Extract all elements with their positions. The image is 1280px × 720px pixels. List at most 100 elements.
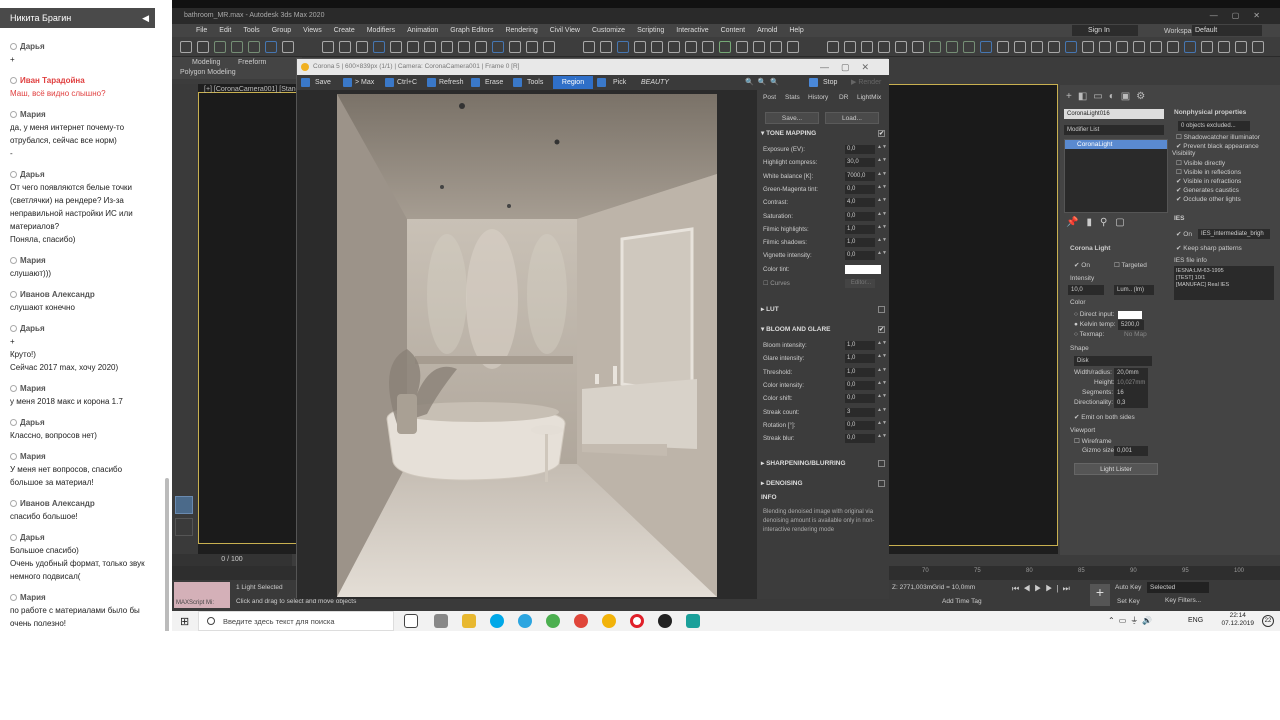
param-value-input[interactable]: 3 xyxy=(845,407,875,417)
region-button[interactable]: Region xyxy=(553,76,593,89)
param-value-input[interactable]: 0,0 xyxy=(845,184,875,194)
menu-item-edit[interactable]: Edit xyxy=(219,24,231,37)
copy-button[interactable]: Ctrl+C xyxy=(397,75,417,90)
toolbar-button[interactable] xyxy=(946,41,958,53)
toolbar-button[interactable] xyxy=(1014,41,1026,53)
toolbar-button[interactable] xyxy=(265,41,277,53)
toolbar-button[interactable] xyxy=(736,41,748,53)
toolbar-button[interactable] xyxy=(1235,41,1247,53)
nonphysical-section[interactable]: Nonphysical properties xyxy=(1174,109,1246,116)
spinner-icon[interactable]: ▲▼ xyxy=(877,407,887,417)
visibility-checkbox[interactable]: ✔ Occlude other lights xyxy=(1176,195,1241,204)
toolbar-button[interactable] xyxy=(458,41,470,53)
spinner-icon[interactable]: ▲▼ xyxy=(877,394,887,403)
toolbar-button[interactable] xyxy=(617,41,629,53)
spinner-icon[interactable]: ▲▼ xyxy=(877,211,887,221)
param-value-input[interactable]: 1,0 xyxy=(845,354,875,364)
intensity-value[interactable]: 10,0 xyxy=(1068,285,1104,295)
excluded-button[interactable]: 0 objects excluded... xyxy=(1178,121,1250,131)
param-value-input[interactable]: 4,0 xyxy=(845,198,875,208)
telegram-icon[interactable] xyxy=(518,614,532,628)
toolbar-button[interactable] xyxy=(475,41,487,53)
emit-both-sides-checkbox[interactable]: ✔ Emit on both sides xyxy=(1074,413,1135,421)
sharpening-checkbox[interactable] xyxy=(878,460,885,467)
toolbar-button[interactable] xyxy=(1150,41,1162,53)
load-preset-button[interactable]: Load... xyxy=(825,112,879,124)
direct-input-swatch[interactable] xyxy=(1118,311,1142,319)
toolbar-button[interactable] xyxy=(492,41,504,53)
denoising-checkbox[interactable] xyxy=(878,480,885,487)
param-value-input[interactable]: 1,0 xyxy=(845,224,875,234)
toolbar-button[interactable] xyxy=(231,41,243,53)
spinner-icon[interactable]: ▲▼ xyxy=(877,158,887,167)
spinner-icon[interactable]: ▲▼ xyxy=(877,380,887,390)
spinner-icon[interactable]: ▲▼ xyxy=(877,224,887,234)
tools-button[interactable]: Tools xyxy=(527,75,543,90)
kelvin-radio[interactable]: ● Kelvin temp: xyxy=(1074,321,1116,328)
toolbar-button[interactable] xyxy=(543,41,555,53)
toolbar-button[interactable] xyxy=(1099,41,1111,53)
bloom-checkbox[interactable]: ✔ xyxy=(878,326,885,333)
maxscript-listener[interactable]: MAXScript Mi: xyxy=(174,582,230,608)
viewport-label[interactable]: [+] [CoronaCamera001] [Standa xyxy=(204,86,303,93)
menu-item-interactive[interactable]: Interactive xyxy=(676,24,708,37)
render-element-select[interactable]: BEAUTY xyxy=(641,75,669,90)
toolbar-button[interactable] xyxy=(1167,41,1179,53)
toolbar-button[interactable] xyxy=(248,41,260,53)
height-value[interactable]: 10,027mm xyxy=(1114,378,1148,388)
toolbar-button[interactable] xyxy=(526,41,538,53)
param-value-input[interactable]: 0,0 xyxy=(845,394,875,404)
param-value-input[interactable]: 0,0 xyxy=(845,420,875,430)
menu-item-tools[interactable]: Tools xyxy=(243,24,259,37)
wireframe-checkbox[interactable]: ☐ Wireframe xyxy=(1074,437,1112,445)
render-button[interactable]: ▶ Render xyxy=(851,75,881,90)
menu-item-animation[interactable]: Animation xyxy=(407,24,438,37)
keep-sharp-checkbox[interactable]: ✔ Keep sharp patterns xyxy=(1176,244,1242,252)
tab-history[interactable]: History xyxy=(808,94,828,101)
stop-button[interactable]: Stop xyxy=(823,75,837,90)
zoom-icons[interactable]: 🔍🔍🔍 xyxy=(745,75,783,90)
visibility-checkbox[interactable]: ☐ Visible directly xyxy=(1176,159,1241,168)
toolbar-button[interactable] xyxy=(1082,41,1094,53)
visibility-checkbox[interactable]: ☐ Visible in reflections xyxy=(1176,168,1241,177)
toolbar-button[interactable] xyxy=(685,41,697,53)
tray-icons[interactable]: ⌃▭⏚🔊 xyxy=(1108,615,1156,626)
playback-controls[interactable]: ⏮◀▶▶|⏭ xyxy=(1012,584,1074,594)
texmap-value[interactable]: No Map xyxy=(1124,331,1147,338)
windows-start-icon[interactable]: ⊞ xyxy=(180,615,189,628)
toolbar-button[interactable] xyxy=(668,41,680,53)
tone-mapping-section[interactable]: ▾ TONE MAPPING ✔ xyxy=(757,128,889,140)
opera-icon[interactable] xyxy=(630,614,644,628)
file-explorer-icon[interactable] xyxy=(462,614,476,628)
clock[interactable]: 22:14 07.12.2019 xyxy=(1221,612,1254,628)
toolbar-button[interactable] xyxy=(912,41,924,53)
spinner-icon[interactable]: ▲▼ xyxy=(877,145,887,154)
toolbar-button[interactable] xyxy=(424,41,436,53)
refresh-button[interactable]: Refresh xyxy=(439,75,464,90)
toolbar-button[interactable] xyxy=(322,41,334,53)
menu-item-arnold[interactable]: Arnold xyxy=(757,24,777,37)
bathroom-render-image[interactable] xyxy=(337,94,717,597)
add-time-tag[interactable]: Add Time Tag xyxy=(942,598,982,605)
tab-stats[interactable]: Stats xyxy=(785,94,800,101)
toolbar-button[interactable] xyxy=(390,41,402,53)
command-panel-tabs[interactable]: +◧▭◐▣⚙ xyxy=(1066,91,1151,102)
menu-item-civil-view[interactable]: Civil View xyxy=(550,24,580,37)
light-lister-button[interactable]: Light Lister xyxy=(1074,463,1158,475)
sharpening-section[interactable]: ▸ SHARPENING/BLURRING xyxy=(757,458,889,470)
spinner-icon[interactable]: ▲▼ xyxy=(877,434,887,443)
spinner-icon[interactable]: ▲▼ xyxy=(877,251,887,260)
render-view[interactable] xyxy=(297,90,757,599)
menu-item-content[interactable]: Content xyxy=(721,24,746,37)
targeted-checkbox[interactable]: ☐ Targeted xyxy=(1114,261,1147,269)
chrome-icon[interactable] xyxy=(546,614,560,628)
erase-button[interactable]: Erase xyxy=(485,75,503,90)
toolbar-button[interactable] xyxy=(702,41,714,53)
object-name-field[interactable]: CoronaLight016 xyxy=(1064,109,1164,119)
corona-light-section[interactable]: Corona Light xyxy=(1070,245,1110,252)
menu-item-group[interactable]: Group xyxy=(272,24,291,37)
viewport-layout-button[interactable] xyxy=(175,496,193,514)
notifications-icon[interactable]: 22 xyxy=(1262,615,1274,627)
to-max-button[interactable]: > Max xyxy=(355,75,374,90)
param-value-input[interactable]: 0,0 xyxy=(845,380,875,390)
